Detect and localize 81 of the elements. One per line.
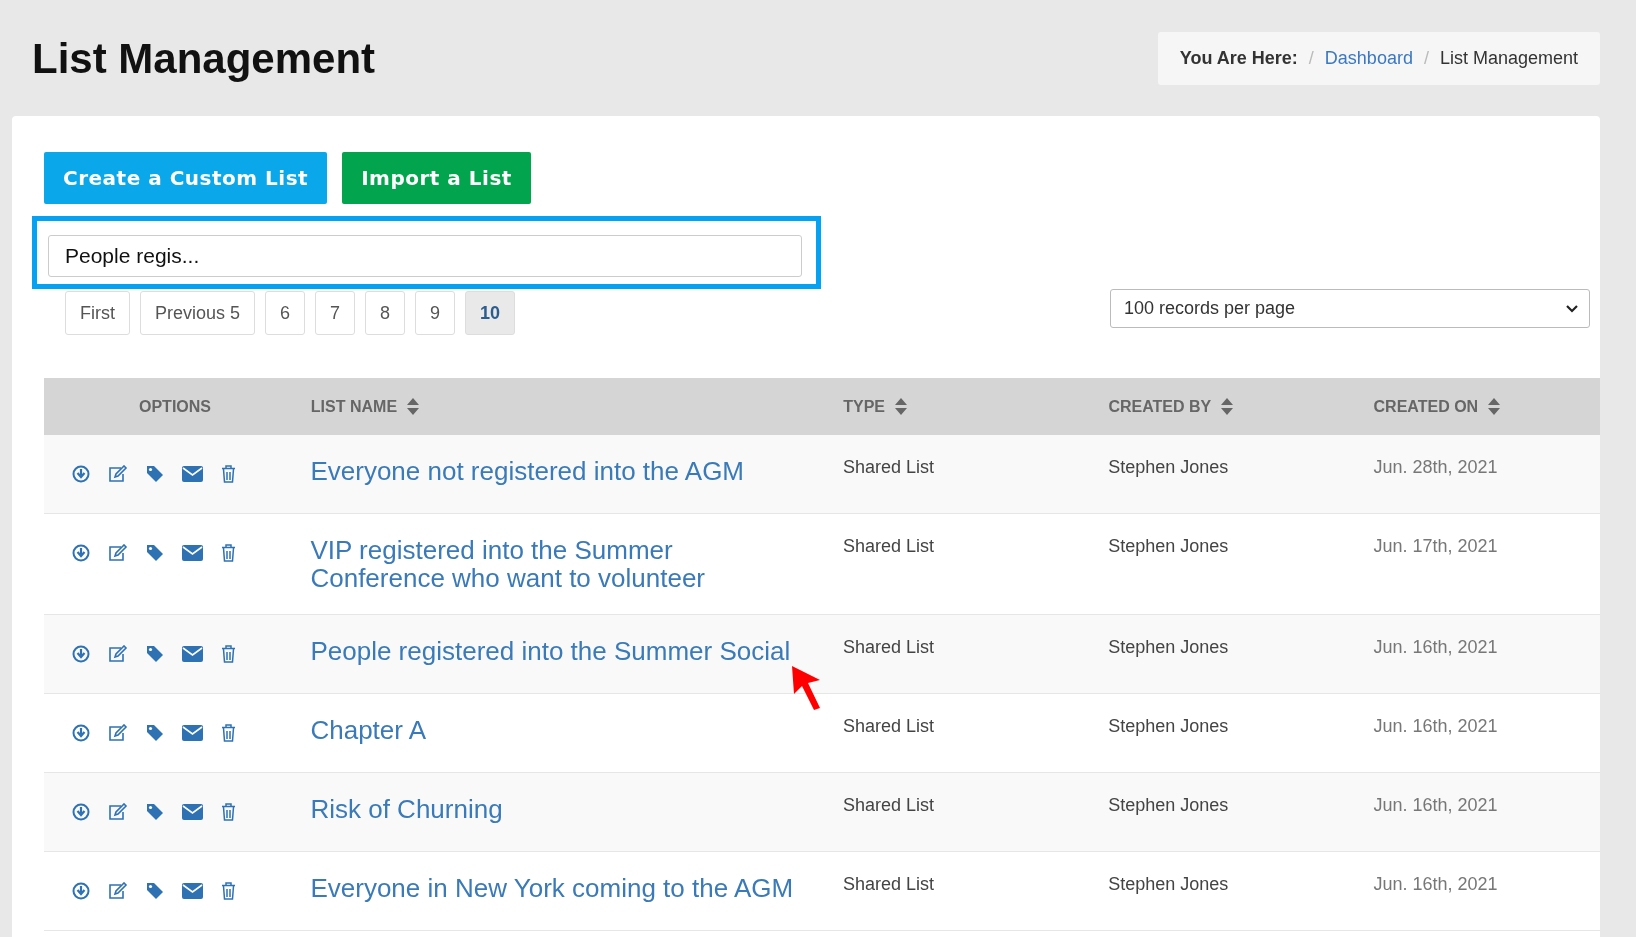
download-icon[interactable] bbox=[72, 724, 90, 742]
trash-icon[interactable] bbox=[221, 645, 236, 663]
page-button[interactable]: First bbox=[65, 291, 130, 335]
breadcrumb-current: List Management bbox=[1439, 48, 1578, 69]
list-name-link[interactable]: Everyone in New York coming to the AGM bbox=[310, 874, 843, 902]
page-button[interactable]: 9 bbox=[415, 291, 456, 335]
page-button[interactable]: 7 bbox=[315, 291, 356, 335]
edit-icon[interactable] bbox=[108, 465, 128, 483]
action-button[interactable]: Import a List bbox=[342, 152, 531, 204]
trash-icon[interactable] bbox=[221, 465, 236, 483]
date-cell: Jun. 17th, 2021 bbox=[1373, 536, 1498, 556]
tag-icon[interactable] bbox=[146, 724, 164, 742]
download-icon[interactable] bbox=[72, 882, 90, 900]
envelope-icon[interactable] bbox=[182, 466, 203, 482]
type-cell: Shared List bbox=[842, 716, 934, 736]
column-header: OPTIONS bbox=[139, 397, 211, 416]
creator-cell: Stephen Jones bbox=[1108, 795, 1229, 815]
breadcrumb-separator: / bbox=[1423, 48, 1429, 69]
download-icon[interactable] bbox=[72, 803, 90, 821]
edit-icon[interactable] bbox=[108, 645, 128, 663]
date-cell: Jun. 16th, 2021 bbox=[1373, 795, 1498, 815]
tag-icon[interactable] bbox=[146, 544, 164, 562]
envelope-icon[interactable] bbox=[182, 804, 203, 820]
edit-icon[interactable] bbox=[108, 724, 128, 742]
date-cell: Jun. 16th, 2021 bbox=[1373, 874, 1498, 894]
type-cell: Shared List bbox=[842, 457, 934, 477]
page-button[interactable]: 10 bbox=[465, 291, 516, 335]
tag-icon[interactable] bbox=[146, 645, 164, 663]
list-name-link[interactable]: People registered into the Summer Social bbox=[310, 637, 843, 665]
column-header[interactable]: LIST NAME bbox=[310, 397, 398, 416]
sort-icon[interactable] bbox=[895, 398, 907, 415]
search-field[interactable]: People regis... bbox=[48, 235, 802, 277]
list-name-link[interactable]: Everyone not registered into the AGM bbox=[310, 457, 843, 485]
envelope-icon[interactable] bbox=[182, 883, 203, 899]
download-icon[interactable] bbox=[72, 645, 90, 663]
envelope-icon[interactable] bbox=[182, 545, 203, 561]
chevron-icon bbox=[1565, 303, 1579, 314]
column-header[interactable]: CREATED ON bbox=[1373, 397, 1479, 416]
sort-icon[interactable] bbox=[1221, 398, 1234, 415]
page-button[interactable]: 6 bbox=[265, 291, 306, 335]
tag-icon[interactable] bbox=[146, 803, 164, 821]
list-name-link[interactable]: Risk of Churning bbox=[310, 795, 843, 823]
envelope-icon[interactable] bbox=[182, 725, 203, 741]
download-icon[interactable] bbox=[72, 465, 90, 483]
tag-icon[interactable] bbox=[146, 882, 164, 900]
edit-icon[interactable] bbox=[108, 544, 128, 562]
type-cell: Shared List bbox=[842, 536, 934, 556]
creator-cell: Stephen Jones bbox=[1108, 457, 1229, 477]
edit-icon[interactable] bbox=[108, 803, 128, 821]
type-cell: Shared List bbox=[842, 637, 934, 657]
list-name-link[interactable]: Chapter A bbox=[310, 716, 843, 744]
creator-cell: Stephen Jones bbox=[1108, 637, 1229, 657]
sort-icon[interactable] bbox=[1488, 398, 1501, 415]
creator-cell: Stephen Jones bbox=[1108, 874, 1229, 894]
sort-icon[interactable] bbox=[407, 398, 420, 415]
column-header[interactable]: CREATED BY bbox=[1108, 397, 1212, 416]
page-button[interactable]: Previous 5 bbox=[140, 291, 256, 335]
download-icon[interactable] bbox=[72, 544, 90, 562]
type-cell: Shared List bbox=[842, 874, 934, 894]
page-button[interactable]: 8 bbox=[365, 291, 406, 335]
list-name-link[interactable]: VIP registered into the Summer Conference who want to volunteer bbox=[310, 536, 843, 592]
envelope-icon[interactable] bbox=[182, 646, 203, 662]
creator-cell: Stephen Jones bbox=[1108, 716, 1229, 736]
page-title: List Management bbox=[32, 34, 376, 83]
trash-icon[interactable] bbox=[221, 882, 236, 900]
type-cell: Shared List bbox=[842, 795, 934, 815]
creator-cell: Stephen Jones bbox=[1108, 536, 1229, 556]
trash-icon[interactable] bbox=[221, 803, 236, 821]
trash-icon[interactable] bbox=[221, 724, 236, 742]
edit-icon[interactable] bbox=[108, 882, 128, 900]
trash-icon[interactable] bbox=[221, 544, 236, 562]
date-cell: Jun. 28th, 2021 bbox=[1373, 457, 1498, 477]
column-header[interactable]: TYPE bbox=[843, 397, 885, 416]
page-size-select[interactable]: 100 records per page bbox=[1110, 289, 1590, 328]
breadcrumb-link[interactable]: Dashboard bbox=[1324, 48, 1413, 69]
action-button[interactable]: Create a Custom List bbox=[44, 152, 328, 204]
tag-icon[interactable] bbox=[146, 465, 164, 483]
breadcrumb-label: You Are Here: bbox=[1179, 48, 1298, 69]
breadcrumb-separator: / bbox=[1308, 48, 1314, 69]
date-cell: Jun. 16th, 2021 bbox=[1373, 637, 1498, 657]
date-cell: Jun. 16th, 2021 bbox=[1373, 716, 1498, 736]
